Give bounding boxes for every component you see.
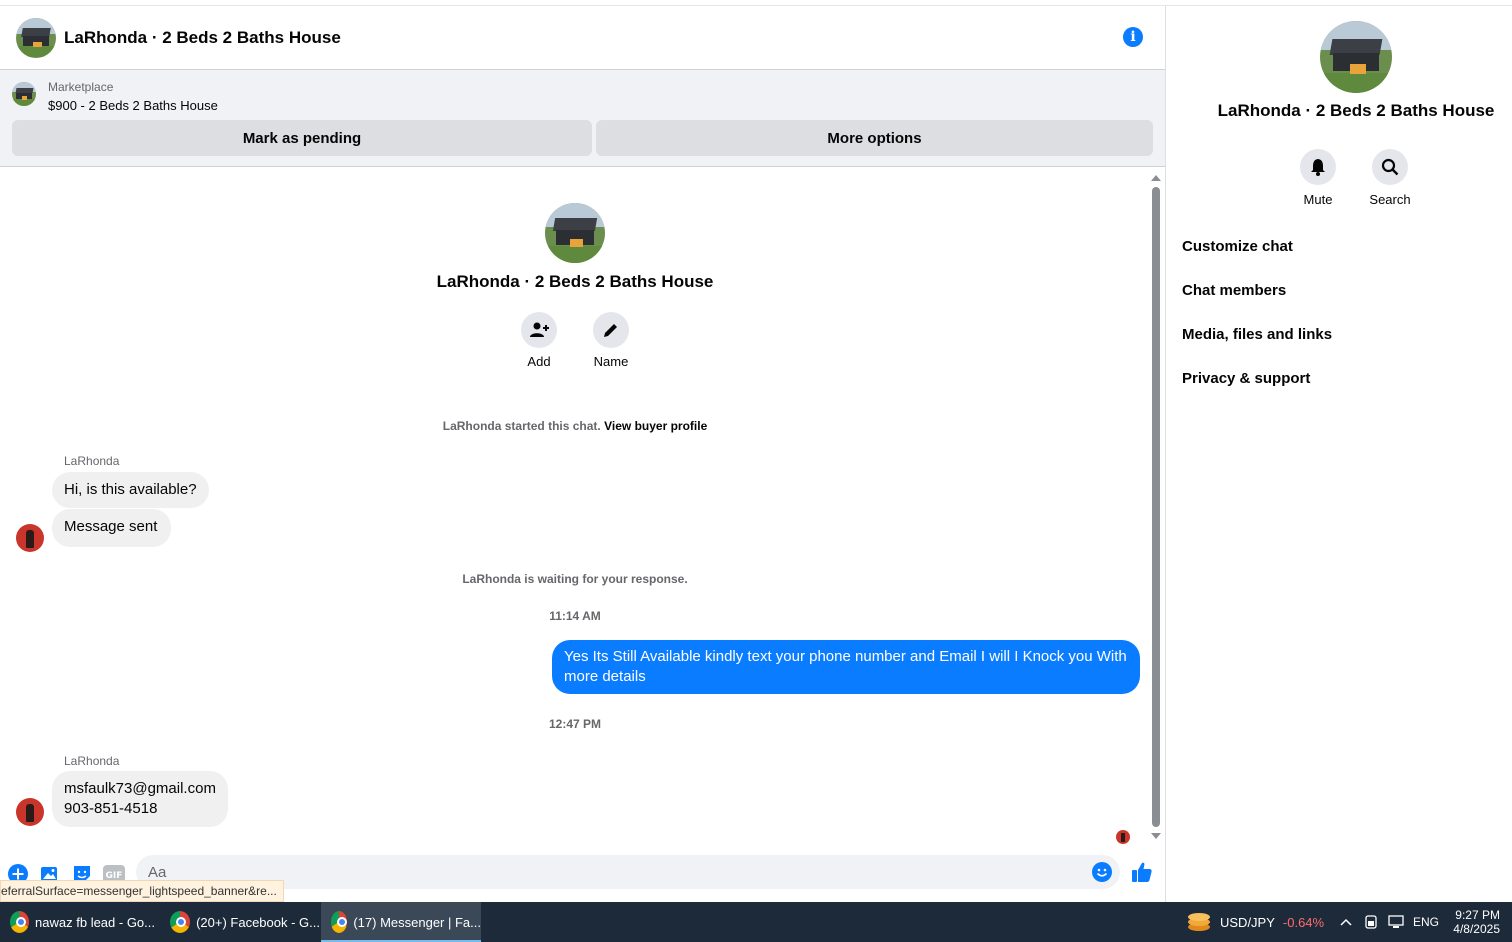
chevron-up-icon[interactable] xyxy=(1340,902,1352,942)
incoming-message[interactable]: Hi, is this available? xyxy=(52,472,209,508)
add-label: Add xyxy=(527,354,551,369)
timestamp: 12:47 PM xyxy=(548,717,602,731)
name-button[interactable]: Name xyxy=(593,312,629,369)
message-line: msfaulk73@gmail.com xyxy=(64,780,216,797)
chat-members-item[interactable]: Chat members xyxy=(1182,282,1286,299)
language-label: ENG xyxy=(1413,915,1440,929)
chat-started-notice: LaRhonda started this chat. View buyer p… xyxy=(0,419,1150,433)
scroll-down-arrow[interactable] xyxy=(1151,833,1161,839)
chrome-icon xyxy=(331,911,348,933)
message-line: 903-851-4518 xyxy=(64,800,158,817)
taskbar: nawaz fb lead - Go... (20+) Facebook - G… xyxy=(0,902,1512,942)
scroll-up-arrow[interactable] xyxy=(1151,175,1161,181)
clock-time: 9:27 PM xyxy=(1455,908,1500,922)
message-list[interactable]: LaRhonda · 2 Beds 2 Baths House Add Name… xyxy=(0,167,1165,847)
view-buyer-profile-link[interactable]: View buyer profile xyxy=(604,419,707,433)
chat-header: LaRhonda · 2 Beds 2 Baths House i xyxy=(0,6,1165,70)
clock[interactable]: 9:27 PM 4/8/2025 xyxy=(1448,902,1500,942)
ticker-widget[interactable]: USD/JPY -0.64% xyxy=(1186,902,1324,942)
incoming-message[interactable]: Message sent xyxy=(52,509,172,547)
chat-intro: LaRhonda · 2 Beds 2 Baths House Add Name xyxy=(0,203,1150,369)
chrome-icon xyxy=(10,911,30,933)
more-options-button[interactable]: More options xyxy=(596,120,1153,156)
timestamp: 11:14 AM xyxy=(549,609,601,623)
sender-name: LaRhonda xyxy=(64,454,120,468)
thumbs-up-icon[interactable] xyxy=(1131,861,1153,883)
listing-title[interactable]: $900 - 2 Beds 2 Baths House xyxy=(48,98,218,113)
chat-title[interactable]: LaRhonda · 2 Beds 2 Baths House xyxy=(64,28,341,48)
intro-avatar xyxy=(545,203,605,263)
clock-date: 4/8/2025 xyxy=(1453,922,1500,936)
search-icon xyxy=(1381,158,1399,176)
taskbar-item-active[interactable]: (17) Messenger | Fa... xyxy=(321,902,481,942)
listing-thumbnail[interactable] xyxy=(12,82,36,106)
taskbar-item[interactable]: (20+) Facebook - G... xyxy=(160,902,320,942)
waiting-notice: LaRhonda is waiting for your response. xyxy=(462,572,688,586)
search-label: Search xyxy=(1369,192,1411,207)
marketplace-label: Marketplace xyxy=(48,80,114,94)
name-label: Name xyxy=(593,354,629,369)
marketplace-bar: Marketplace $900 - 2 Beds 2 Baths House … xyxy=(0,70,1165,167)
incoming-message[interactable]: msfaulk73@gmail.com 903-851-4518 xyxy=(52,771,228,827)
taskbar-item-label: (17) Messenger | Fa... xyxy=(353,914,481,930)
mark-as-pending-button[interactable]: Mark as pending xyxy=(12,120,592,156)
sender-name: LaRhonda xyxy=(64,754,120,768)
mute-button[interactable]: Mute xyxy=(1300,149,1336,207)
seen-indicator xyxy=(1116,830,1130,844)
add-person-icon xyxy=(530,322,549,337)
chat-panel: LaRhonda · 2 Beds 2 Baths House i Market… xyxy=(0,6,1166,902)
info-icon[interactable]: i xyxy=(1123,27,1143,47)
privacy-support-item[interactable]: Privacy & support xyxy=(1182,370,1310,387)
taskbar-item-label: (20+) Facebook - G... xyxy=(196,914,320,930)
messenger-app: LaRhonda · 2 Beds 2 Baths House i Market… xyxy=(0,0,1512,942)
chat-avatar[interactable] xyxy=(16,17,56,58)
side-avatar[interactable] xyxy=(1320,21,1392,93)
pencil-icon xyxy=(604,324,617,337)
side-title: LaRhonda · 2 Beds 2 Baths House xyxy=(1217,101,1495,120)
scrollbar-thumb[interactable] xyxy=(1152,187,1160,827)
sender-avatar[interactable] xyxy=(16,798,44,826)
intro-title: LaRhonda · 2 Beds 2 Baths House xyxy=(436,272,714,291)
outgoing-message[interactable]: Yes Its Still Available kindly text your… xyxy=(552,640,1140,694)
emoji-icon[interactable] xyxy=(1092,862,1112,882)
taskbar-item[interactable]: nawaz fb lead - Go... xyxy=(0,902,155,942)
chat-info-panel: LaRhonda · 2 Beds 2 Baths House Mute Sea… xyxy=(1166,6,1512,902)
mute-label: Mute xyxy=(1303,192,1333,207)
customize-chat-item[interactable]: Customize chat xyxy=(1182,238,1293,255)
network-icon[interactable] xyxy=(1388,902,1404,942)
started-text: LaRhonda started this chat. xyxy=(442,419,601,433)
bell-icon xyxy=(1311,159,1325,176)
language-indicator[interactable]: ENG xyxy=(1413,902,1439,942)
taskbar-item-label: nawaz fb lead - Go... xyxy=(35,914,155,930)
add-button[interactable]: Add xyxy=(521,312,557,369)
ticker-change: -0.64% xyxy=(1282,914,1325,930)
media-files-links-item[interactable]: Media, files and links xyxy=(1182,326,1332,343)
chrome-icon xyxy=(170,911,191,933)
search-button[interactable]: Search xyxy=(1369,149,1411,207)
currency-icon xyxy=(1188,913,1210,931)
scrollbar[interactable] xyxy=(1150,175,1162,839)
ticker-symbol: USD/JPY xyxy=(1220,914,1275,930)
status-url-bar: eferralSurface=messenger_lightspeed_bann… xyxy=(0,880,284,902)
battery-icon[interactable] xyxy=(1364,902,1378,942)
sender-avatar[interactable] xyxy=(16,524,44,552)
